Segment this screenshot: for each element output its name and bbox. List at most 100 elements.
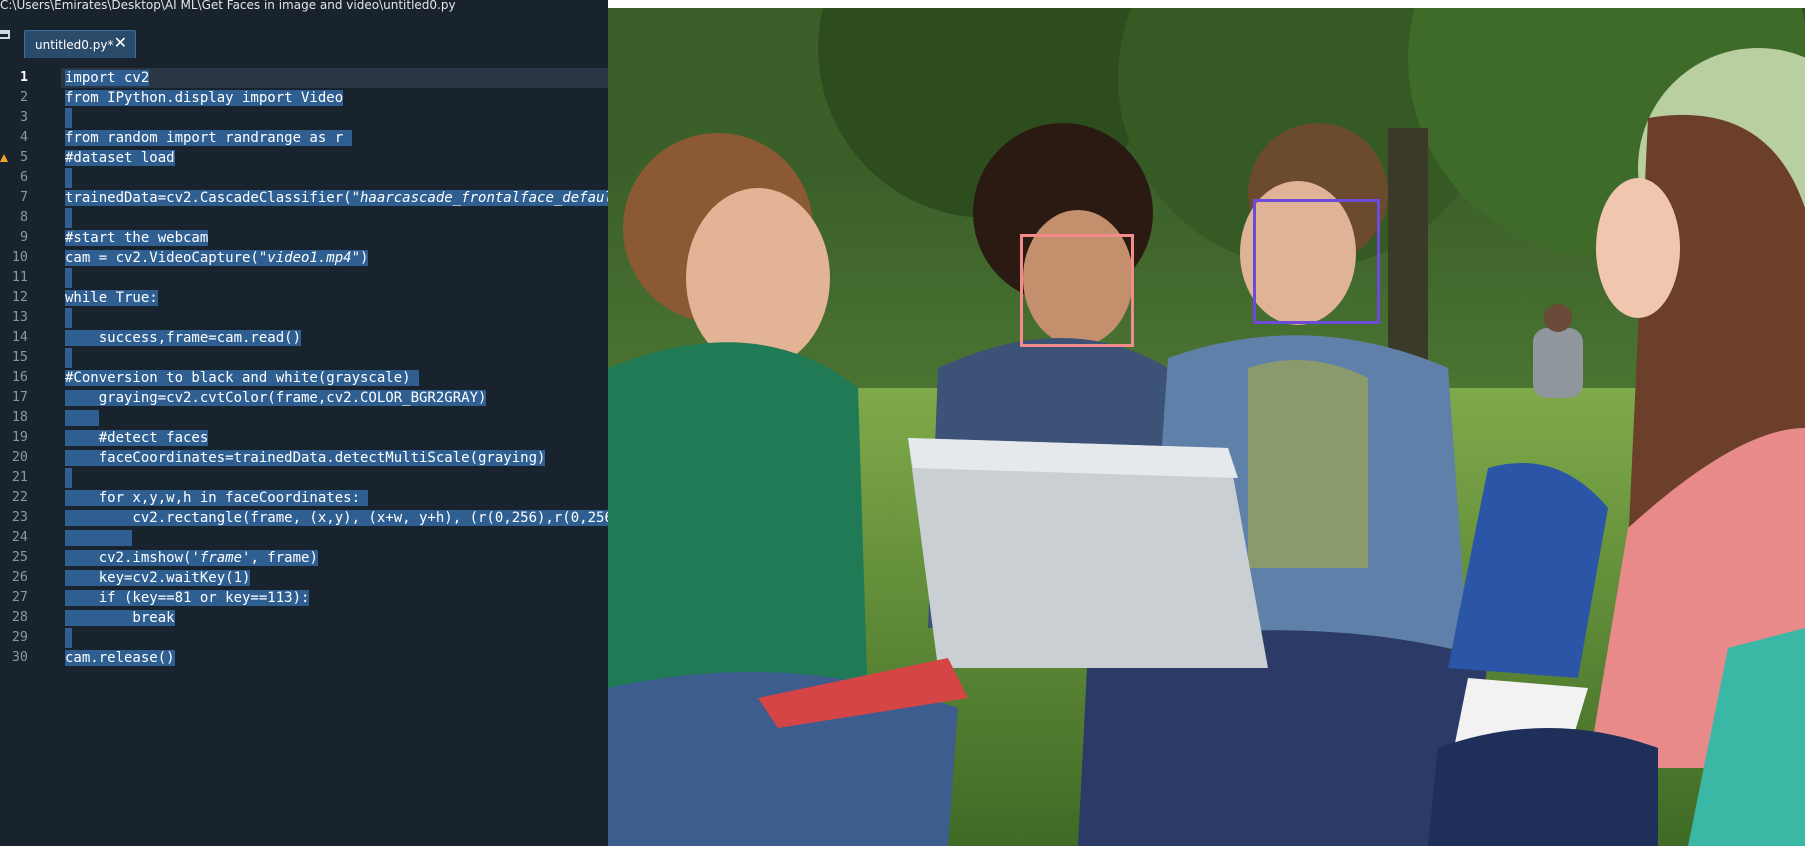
selected-code-text: #dataset load (65, 150, 175, 166)
code-line[interactable]: success,frame=cam.read() (65, 328, 302, 348)
line-number: 23 (11, 510, 28, 525)
code-line[interactable]: cam.release() (65, 648, 175, 668)
line-number: 14 (11, 330, 28, 345)
code-line[interactable] (65, 108, 72, 128)
code-editor[interactable]: C:\Users\Emirates\Desktop\AI ML\Get Face… (0, 0, 608, 846)
code-line[interactable]: while True: (65, 288, 158, 308)
selected-code-text: success,frame=cam.read() (65, 330, 302, 346)
code-line[interactable] (65, 268, 72, 288)
tab-label: untitled0.py* (35, 38, 114, 52)
selected-code-text: graying=cv2.cvtColor(frame,cv2.COLOR_BGR… (65, 390, 487, 406)
code-text: break (65, 610, 175, 626)
code-area[interactable]: import cv2 from IPython.display import Vi… (61, 60, 608, 846)
selected-code-text: cam.release() (65, 650, 175, 666)
selected-code-text: #start the webcam (65, 230, 209, 246)
line-number: 11 (11, 270, 28, 285)
code-line[interactable]: from IPython.display import Video (65, 88, 344, 108)
code-text: if (key==81 or key==113): (65, 590, 310, 606)
code-line[interactable] (65, 308, 72, 328)
code-line[interactable] (65, 628, 72, 648)
code-text: graying=cv2.cvtColor(frame,cv2.COLOR_BGR… (65, 390, 487, 406)
selected-code-text: cv2.rectangle(frame, (x,y), (x+w, y+h), … (65, 510, 608, 526)
code-line[interactable]: import cv2 (65, 68, 150, 88)
code-line[interactable]: trainedData=cv2.CascadeClassifier("haarc… (65, 188, 608, 208)
line-number-gutter: 1 2 3 4 5 6 7 8 9 10 11 12 13 14 15 16 17 18 19 20 21 22 23 24 2… (0, 60, 61, 846)
code-text: trainedData=cv2.CascadeClassifier( (65, 190, 352, 206)
selected-code-text: key=cv2.waitKey(1) (65, 570, 251, 586)
close-tab-icon[interactable]: ✕ (114, 34, 127, 52)
code-line[interactable] (65, 208, 72, 228)
selected-code-text (65, 108, 72, 128)
line-number: 9 (19, 230, 28, 245)
line-number: 6 (19, 170, 28, 185)
tab-untitled0[interactable]: untitled0.py* ✕ (24, 30, 136, 58)
selected-code-text (65, 268, 72, 288)
code-line[interactable] (65, 348, 72, 368)
code-line[interactable] (65, 528, 133, 548)
selected-code-text (65, 468, 72, 488)
selected-code-text: if (key==81 or key==113): (65, 590, 310, 606)
code-line[interactable]: #dataset load (65, 148, 175, 168)
selected-code-text: trainedData=cv2.CascadeClassifier("haarc… (65, 190, 608, 206)
line-number: 1 (19, 70, 28, 85)
code-text: cam = cv2.VideoCapture( (65, 250, 259, 266)
line-number: 10 (11, 250, 28, 265)
pane-options-icon[interactable] (0, 30, 10, 39)
code-line[interactable]: #detect faces (65, 428, 209, 448)
code-line[interactable]: cv2.rectangle(frame, (x,y), (x+w, y+h), … (65, 508, 608, 528)
code-line[interactable]: break (65, 608, 175, 628)
selected-code-text: for x,y,w,h in faceCoordinates: (65, 490, 369, 506)
selected-code-text: while True: (65, 290, 158, 306)
line-number: 18 (11, 410, 28, 425)
line-number: 13 (11, 310, 28, 325)
line-number: 8 (19, 210, 28, 225)
code-text: #dataset load (65, 150, 175, 166)
selected-code-text: from IPython.display import Video (65, 90, 344, 106)
code-string-literal: "haarcascade_frontalface_default.xml" (351, 190, 608, 206)
selected-code-text (65, 628, 72, 648)
code-line[interactable]: #Conversion to black and white(grayscale… (65, 368, 420, 388)
selected-code-text (65, 530, 133, 546)
selected-code-text (65, 208, 72, 228)
code-line[interactable] (65, 168, 72, 188)
line-number: 26 (11, 570, 28, 585)
video-frame-window (608, 8, 1805, 846)
detected-face-box-1 (1020, 234, 1134, 347)
code-text: cv2.imshow( (65, 550, 192, 566)
line-number: 24 (11, 530, 28, 545)
code-line[interactable] (65, 408, 99, 428)
line-number: 22 (11, 490, 28, 505)
code-line[interactable]: #start the webcam (65, 228, 209, 248)
code-text: , frame) (250, 550, 318, 566)
selected-code-text: break (65, 610, 175, 626)
line-number: 21 (11, 470, 28, 485)
code-line[interactable]: for x,y,w,h in faceCoordinates: (65, 488, 369, 508)
code-line[interactable]: key=cv2.waitKey(1) (65, 568, 251, 588)
selected-code-text: cv2.imshow('frame', frame) (65, 550, 318, 566)
code-text: cv2.rectangle(frame, (x,y), (x+w, y+h), … (132, 510, 608, 526)
line-number: 27 (11, 590, 28, 605)
code-line[interactable]: from random import randrange as r (65, 128, 352, 148)
code-line[interactable] (65, 468, 72, 488)
selected-code-text (65, 308, 72, 328)
line-number: 30 (11, 650, 28, 665)
code-line[interactable]: if (key==81 or key==113): (65, 588, 310, 608)
line-number: 17 (11, 390, 28, 405)
selected-code-text: import cv2 (65, 70, 150, 86)
code-string-literal: "video1.mp4" (258, 250, 361, 266)
selected-code-text: faceCoordinates=trainedData.detectMultiS… (65, 450, 546, 466)
code-line[interactable]: faceCoordinates=trainedData.detectMultiS… (65, 448, 546, 468)
line-number: 3 (19, 110, 28, 125)
code-text: ) (360, 250, 369, 266)
code-text: cam.release() (65, 650, 175, 666)
line-number: 29 (11, 630, 28, 645)
code-text: faceCoordinates=trainedData.detectMultiS… (65, 450, 546, 466)
code-string-literal: 'frame' (191, 550, 251, 566)
window-title-path: C:\Users\Emirates\Desktop\AI ML\Get Face… (0, 0, 608, 14)
video-frame-image (608, 8, 1805, 846)
code-line[interactable]: cam = cv2.VideoCapture("video1.mp4") (65, 248, 369, 268)
code-line[interactable]: graying=cv2.cvtColor(frame,cv2.COLOR_BGR… (65, 388, 487, 408)
code-line[interactable]: cv2.imshow('frame', frame) (65, 548, 318, 568)
